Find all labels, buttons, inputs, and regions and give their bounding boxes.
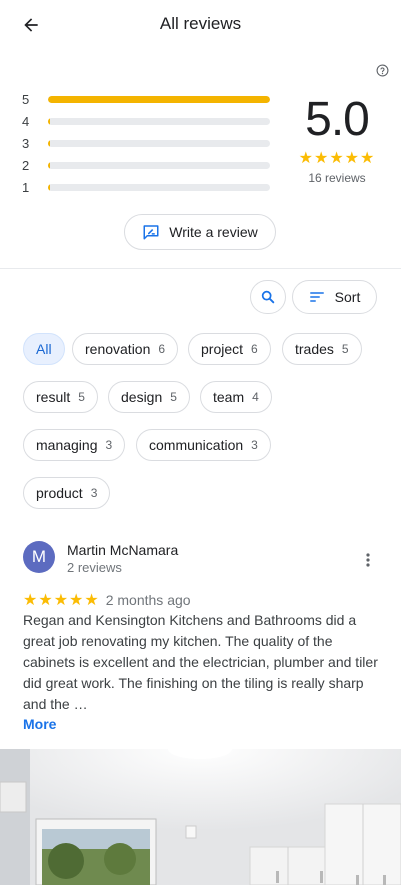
review-stars: ★★★★★ [23,592,100,609]
chip-project[interactable]: project 6 [188,333,271,365]
help-icon[interactable] [376,64,389,77]
review-text: Regan and Kensington Kitchens and Bathro… [23,612,378,712]
chip-trades[interactable]: trades 5 [282,333,362,365]
rating-summary: 5.0 ★★★★★ 16 reviews [286,92,388,185]
rating-bar-track [48,183,270,191]
rating-bar-fill [48,95,270,103]
chip-team[interactable]: team 4 [200,381,272,413]
sort-label: Sort [334,289,361,305]
rating-bar-fill [48,161,51,169]
chip-all[interactable]: All [23,333,65,365]
write-review-label: Write a review [169,224,258,240]
chip-count: 3 [105,438,113,452]
chip-count: 5 [341,342,349,356]
rating-row: 3 [22,132,272,154]
rating-bar-track [48,161,270,169]
rating-bar-fill [48,117,51,125]
page-title: All reviews [159,14,242,33]
rating-bar-track [48,95,270,103]
rating-row: 1 [22,176,272,198]
search-reviews-button[interactable] [250,280,286,314]
chip-count: 4 [252,390,259,404]
chip-label: result [36,389,71,405]
review-time: 2 months ago [105,592,191,608]
review-photo[interactable] [0,749,401,885]
more-vert-icon[interactable] [358,550,378,570]
more-link[interactable]: More [23,716,56,732]
chip-result[interactable]: result 5 [23,381,98,413]
chip-count: 5 [170,390,177,404]
review-author[interactable]: Martin McNamara [67,542,178,558]
rating-bar-track [48,117,270,125]
sort-button[interactable]: Sort [292,280,377,314]
chip-renovation[interactable]: renovation 6 [72,333,179,365]
average-rating: 5.0 [305,93,370,146]
chip-count: 3 [90,486,98,500]
chip-label: design [121,389,163,405]
chip-label: renovation [85,341,151,357]
rating-row: 5 [22,88,272,110]
chip-count: 6 [251,342,258,356]
avatar[interactable]: M [23,541,55,573]
rating-row-label: 2 [22,157,30,173]
sort-icon [309,292,324,302]
rating-bar-fill [48,183,51,191]
write-review-button[interactable]: Write a review [124,214,276,250]
rating-row-label: 4 [22,113,30,129]
rating-distribution: 5 4 3 2 1 [22,88,272,198]
rate-review-icon [143,225,159,240]
rating-row: 4 [22,110,272,132]
chip-product[interactable]: product 3 [23,477,111,509]
rating-row-label: 3 [22,135,30,151]
chip-managing[interactable]: managing 3 [23,429,126,461]
chip-count: 5 [78,390,85,404]
top-bar: All reviews [0,0,401,48]
rating-row-label: 5 [22,91,30,107]
section-divider [0,268,401,269]
chip-count: 3 [251,438,258,452]
average-stars: ★★★★★ [298,150,376,167]
rating-bar-track [48,139,270,147]
review-count: 16 reviews [308,171,366,185]
chip-label: project [201,341,244,357]
chip-label: All [36,341,52,357]
rating-bar-fill [48,139,51,147]
chip-label: team [213,389,245,405]
chip-label: trades [295,341,334,357]
chip-label: managing [36,437,98,453]
chip-design[interactable]: design 5 [108,381,190,413]
chip-label: product [36,485,83,501]
chip-count: 6 [158,342,166,356]
review-rating-line: ★★★★★ 2 months ago [23,590,191,610]
rating-row-label: 1 [22,179,30,195]
chip-communication[interactable]: communication 3 [136,429,271,461]
chip-label: communication [149,437,244,453]
search-icon [261,290,275,304]
review-author-count: 2 reviews [67,560,122,575]
rating-row: 2 [22,154,272,176]
